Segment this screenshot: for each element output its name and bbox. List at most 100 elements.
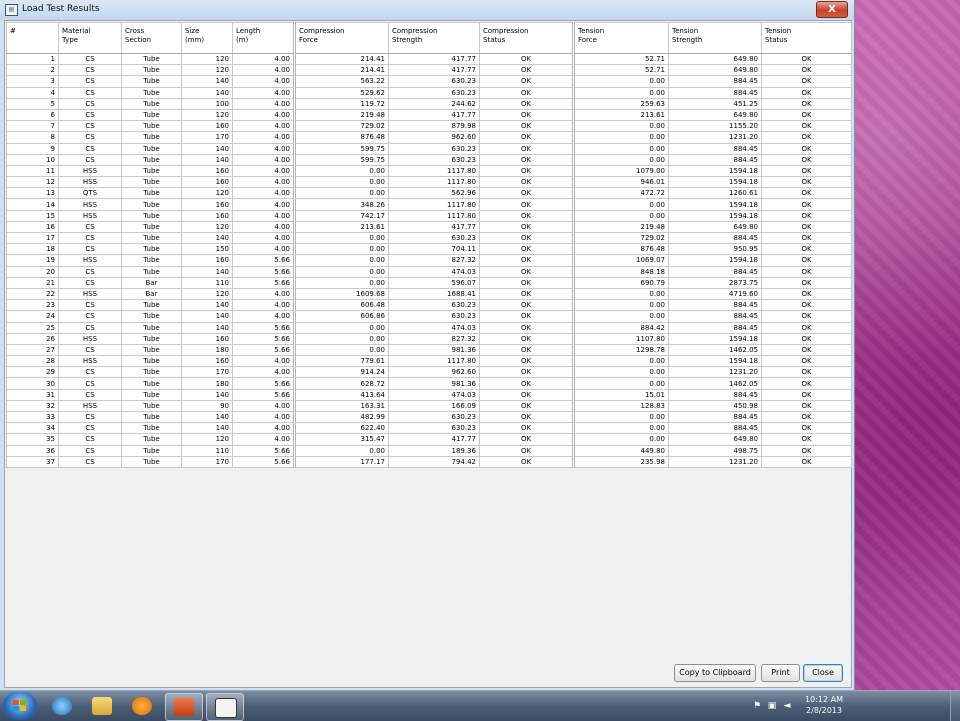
column-header[interactable]: Tension Strength [668, 22, 762, 54]
table-cell: OK [761, 153, 852, 166]
table-cell: 0.00 [572, 142, 669, 155]
table-row[interactable]: 37 CS Tube 170 5.66 177.17 794.42 OK 235.98 1231.… [6, 455, 852, 468]
table-row[interactable]: 10 CS Tube 140 4.00 599.75 630.23 OK 0.00 884.45 O… [6, 153, 852, 166]
column-header[interactable]: Compression Status [479, 22, 574, 54]
show-desktop-button[interactable] [950, 691, 960, 721]
table-row[interactable]: 19 HSS Tube 160 5.66 0.00 827.32 OK 1069.07 1594.… [6, 254, 852, 267]
table-cell: 0.00 [293, 343, 389, 357]
taskbar-load-test-app[interactable] [206, 693, 244, 721]
volume-icon[interactable]: ◄ [782, 701, 792, 711]
table-row[interactable]: 22 HSS Bar 120 4.00 1609.68 1688.41 OK 0.00 4719.… [6, 287, 852, 301]
table-cell: 140 [181, 153, 233, 166]
file-explorer-icon [92, 697, 112, 715]
table-row[interactable]: 32 HSS Tube 90 4.00 163.31 166.09 OK 128.83 450.9… [6, 399, 852, 413]
table-cell: 779.61 [293, 355, 389, 368]
table-row[interactable]: 21 CS Bar 110 5.66 0.00 596.07 OK 690.79 2873.75 O… [6, 276, 852, 289]
table-row[interactable]: 20 CS Tube 140 5.66 0.00 474.03 OK 848.18 884.45 O… [6, 265, 852, 278]
table-cell: 110 [181, 444, 233, 457]
table-row[interactable]: 2 CS Tube 120 4.00 214.41 417.77 OK 52.71 649.80 O… [6, 64, 852, 77]
print-button[interactable]: Print [761, 664, 800, 682]
table-row[interactable]: 25 CS Tube 140 5.66 0.00 474.03 OK 884.42 884.45 O… [6, 321, 852, 334]
table-row[interactable]: 12 HSS Tube 160 4.00 0.00 1117.80 OK 946.01 1594.… [6, 176, 852, 189]
table-row[interactable]: 7 CS Tube 160 4.00 729.02 879.98 OK 0.00 1155.20 O… [6, 120, 852, 133]
table-cell: 25 [6, 321, 59, 334]
table-row[interactable]: 9 CS Tube 140 4.00 599.75 630.23 OK 0.00 884.45 OK [6, 142, 852, 155]
column-header[interactable]: Tension Status [761, 22, 852, 54]
table-row[interactable]: 5 CS Tube 100 4.00 119.72 244.62 OK 259.63 451.25… [6, 97, 852, 110]
table-row[interactable]: 8 CS Tube 170 4.00 876.48 962.60 OK 0.00 1231.20 O… [6, 131, 852, 144]
copy-to-clipboard-button[interactable]: Copy to Clipboard [674, 664, 756, 682]
column-header[interactable]: Size (mm) [181, 22, 233, 54]
table-cell: OK [479, 164, 574, 178]
table-row[interactable]: 31 CS Tube 140 5.66 413.64 474.03 OK 15.01 884.45… [6, 388, 852, 401]
table-row[interactable]: 33 CS Tube 140 4.00 482.99 630.23 OK 0.00 884.45 O… [6, 410, 852, 424]
table-cell: 884.45 [668, 231, 762, 245]
table-row[interactable]: 36 CS Tube 110 5.66 0.00 189.36 OK 449.80 498.75 O… [6, 444, 852, 457]
table-cell: 160 [181, 164, 233, 178]
table-cell: Tube [121, 377, 182, 390]
table-row[interactable]: 13 QTS Tube 120 4.00 0.00 562.96 OK 472.72 1260.6… [6, 187, 852, 200]
table-row[interactable]: 18 CS Tube 150 4.00 0.00 704.11 OK 876.48 950.95 O… [6, 243, 852, 256]
column-header[interactable]: Material Type [58, 22, 122, 54]
start-button[interactable] [3, 692, 37, 720]
taskbar-powerpoint[interactable] [165, 693, 203, 721]
table-row[interactable]: 30 CS Tube 180 5.66 628.72 981.36 OK 0.00 1462.05… [6, 377, 852, 390]
table-row[interactable]: 11 HSS Tube 160 4.00 0.00 1117.80 OK 1079.00 1594… [6, 164, 852, 178]
table-row[interactable]: 14 HSS Tube 160 4.00 348.26 1117.80 OK 0.00 1594.… [6, 198, 852, 211]
close-button[interactable]: Close [803, 664, 843, 682]
table-cell: 120 [181, 64, 233, 77]
table-cell: OK [761, 455, 852, 468]
column-header[interactable]: Compression Strength [388, 22, 480, 54]
column-header[interactable]: # [6, 22, 59, 54]
table-cell: 884.45 [668, 153, 762, 166]
table-cell: 15.01 [572, 388, 669, 401]
table-row[interactable]: 3 CS Tube 140 4.00 563.22 630.23 OK 0.00 884.45 OK [6, 75, 852, 88]
table-row[interactable]: 29 CS Tube 170 4.00 914.24 962.60 OK 0.00 1231.20… [6, 366, 852, 379]
table-row[interactable]: 16 CS Tube 120 4.00 213.61 417.77 OK 219.48 649.8… [6, 220, 852, 234]
column-header[interactable]: Length (m) [232, 22, 295, 54]
table-cell: 451.25 [668, 97, 762, 110]
table-cell: 26 [6, 332, 59, 345]
taskbar-file-explorer[interactable] [84, 693, 120, 719]
table-cell: OK [761, 299, 852, 312]
taskbar-media-player[interactable] [124, 693, 160, 719]
results-grid[interactable]: # Material Type Cross Section Size (mm) Length(… [6, 22, 852, 468]
table-cell: 649.80 [668, 433, 762, 446]
table-cell: OK [479, 86, 574, 99]
flag-notification-icon[interactable]: ⚑ [752, 701, 762, 711]
column-header[interactable]: Tension Force [572, 22, 669, 54]
table-cell: HSS [58, 254, 122, 267]
table-row[interactable]: 4 CS Tube 140 4.00 529.62 630.23 OK 0.00 884.45 OK [6, 86, 852, 99]
table-cell: 14 [6, 198, 59, 211]
table-cell: 170 [181, 366, 233, 379]
taskbar-clock[interactable]: 10:12 AM 2/8/2013 [800, 694, 848, 716]
column-header[interactable]: Compression Force [293, 22, 389, 54]
table-cell: 1107.80 [572, 332, 669, 345]
table-row[interactable]: 28 HSS Tube 160 4.00 779.61 1117.80 OK 0.00 1594.… [6, 355, 852, 368]
table-cell: CS [58, 97, 122, 110]
table-cell: OK [761, 287, 852, 301]
table-row[interactable]: 35 CS Tube 120 4.00 315.47 417.77 OK 0.00 649.80 O… [6, 433, 852, 446]
table-row[interactable]: 1 CS Tube 120 4.00 214.41 417.77 OK 52.71 649.80 O… [6, 52, 852, 66]
table-cell: Tube [121, 388, 182, 401]
taskbar-internet-explorer[interactable] [44, 693, 80, 719]
table-row[interactable]: 34 CS Tube 140 4.00 622.40 630.23 OK 0.00 884.45 O… [6, 422, 852, 435]
column-header[interactable]: Cross Section [121, 22, 182, 54]
table-cell: 450.98 [668, 399, 762, 413]
network-icon[interactable]: ▣ [767, 701, 777, 711]
title-bar[interactable]: ▤ Load Test Results X [0, 0, 854, 20]
table-row[interactable]: 15 HSS Tube 160 4.00 742.17 1117.80 OK 0.00 1594.… [6, 209, 852, 222]
table-cell: 848.18 [572, 265, 669, 278]
table-row[interactable]: 24 CS Tube 140 4.00 606.86 630.23 OK 0.00 884.45 O… [6, 310, 852, 323]
table-row[interactable]: 26 HSS Tube 160 5.66 0.00 827.32 OK 1107.80 1594.… [6, 332, 852, 345]
table-cell: OK [479, 321, 574, 334]
table-cell: 876.48 [293, 131, 389, 144]
table-row[interactable]: 23 CS Tube 140 4.00 606.48 630.23 OK 0.00 884.45 O… [6, 299, 852, 312]
table-row[interactable]: 27 CS Tube 180 5.66 0.00 981.36 OK 1298.78 1462.0… [6, 343, 852, 357]
table-cell: 5.66 [232, 377, 295, 390]
desktop-background-band [854, 0, 960, 690]
window-close-button[interactable]: X [816, 1, 848, 18]
table-row[interactable]: 6 CS Tube 120 4.00 219.48 417.77 OK 213.61 649.80… [6, 108, 852, 122]
table-cell: 4.00 [232, 52, 295, 66]
table-row[interactable]: 17 CS Tube 140 4.00 0.00 630.23 OK 729.02 884.45 O… [6, 231, 852, 245]
